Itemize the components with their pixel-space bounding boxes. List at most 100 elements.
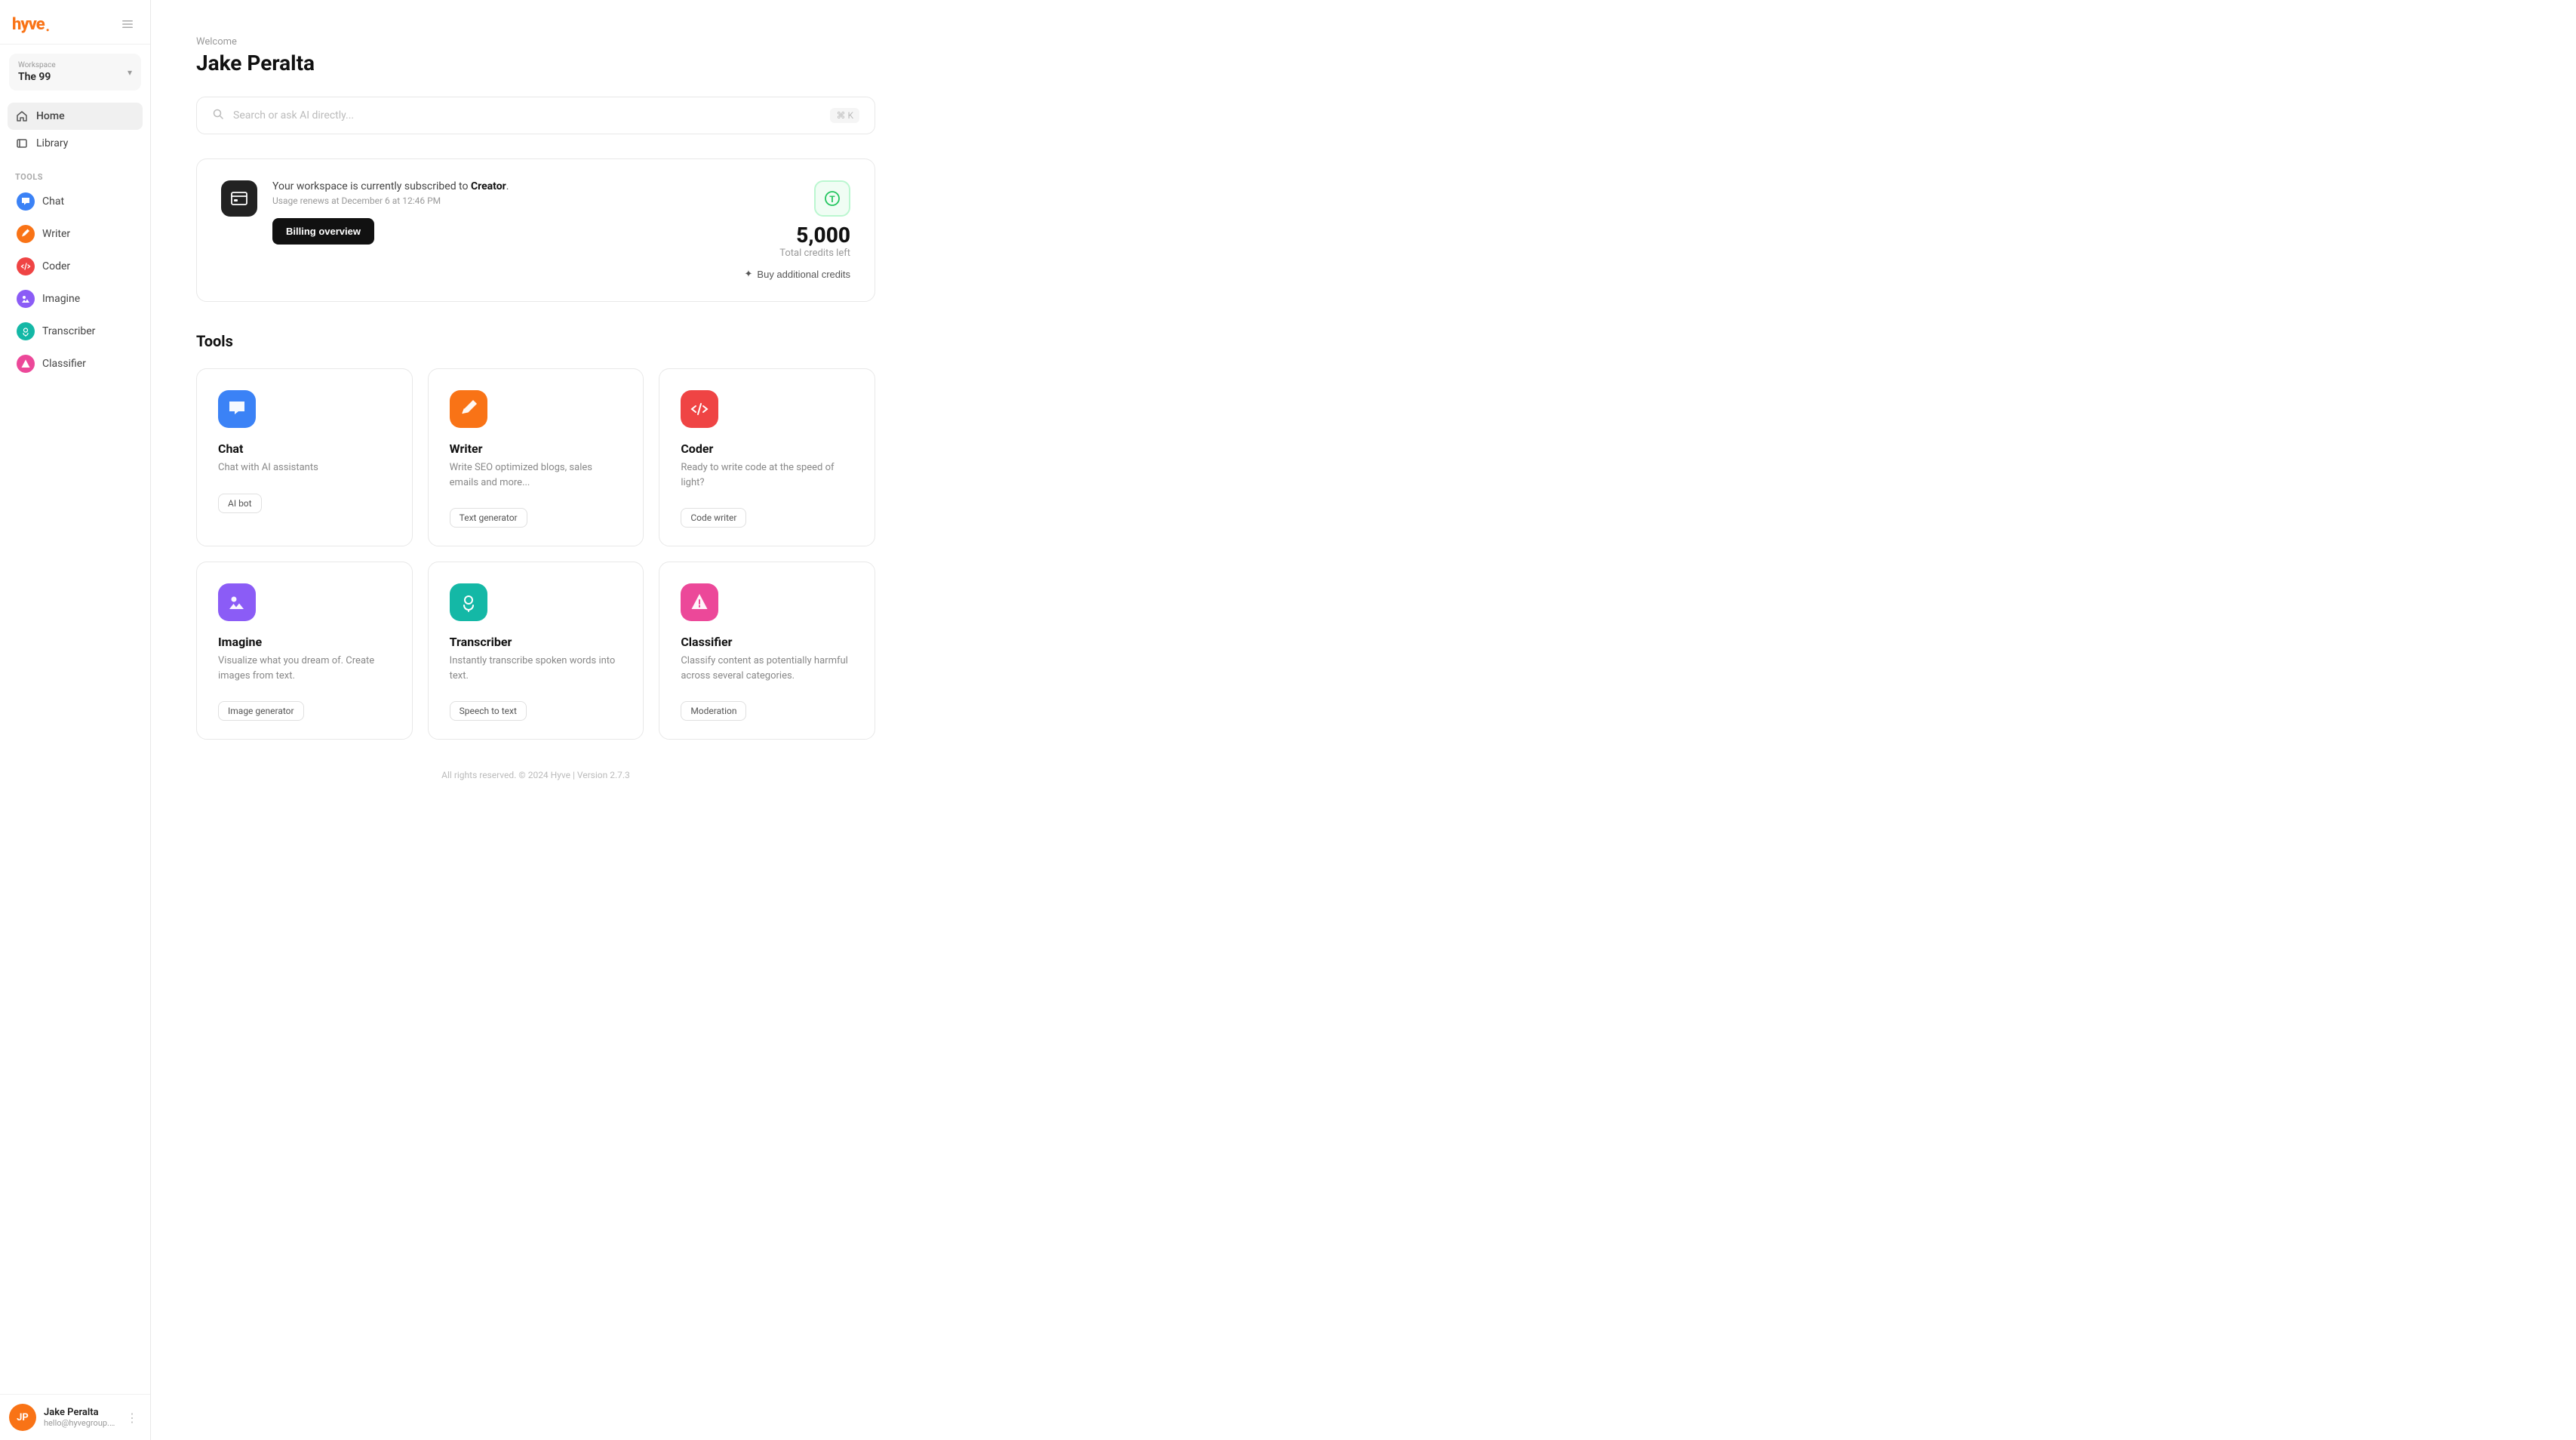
tool-card-imagine[interactable]: Imagine Visualize what you dream of. Cre… xyxy=(196,562,413,740)
user-more-button[interactable]: ⋮ xyxy=(123,1408,141,1428)
classifier-card-name: Classifier xyxy=(681,635,853,649)
classifier-nav-label: Classifier xyxy=(42,358,86,370)
sidebar-item-imagine[interactable]: Imagine xyxy=(8,283,143,315)
chat-card-name: Chat xyxy=(218,442,391,456)
home-label: Home xyxy=(36,110,65,122)
workspace-label: Workspace xyxy=(18,61,56,69)
sidebar-item-chat[interactable]: Chat xyxy=(8,186,143,217)
logo-dot: . xyxy=(45,14,51,35)
search-bar[interactable]: Search or ask AI directly... ⌘ K xyxy=(196,97,875,134)
billing-plan-name: Creator xyxy=(471,180,506,192)
coder-nav-icon xyxy=(17,257,35,275)
tool-nav-list: Chat Writer Coder Imagine Transcriber Cl… xyxy=(0,185,150,380)
imagine-card-icon xyxy=(218,583,256,621)
writer-card-tag: Text generator xyxy=(450,508,527,528)
writer-card-desc: Write SEO optimized blogs, sales emails … xyxy=(450,460,622,490)
chat-card-icon xyxy=(218,390,256,428)
tools-section-title: Tools xyxy=(196,332,2531,350)
sidebar-header: hyve. xyxy=(0,0,150,45)
tool-card-writer[interactable]: Writer Write SEO optimized blogs, sales … xyxy=(428,368,644,546)
search-icon xyxy=(212,108,224,123)
billing-card: Your workspace is currently subscribed t… xyxy=(196,158,875,302)
classifier-nav-icon xyxy=(17,355,35,373)
classifier-card-tag: Moderation xyxy=(681,701,746,721)
sidebar-toggle-button[interactable] xyxy=(117,14,138,35)
imagine-card-tag: Image generator xyxy=(218,701,304,721)
tool-card-transcriber[interactable]: Transcriber Instantly transcribe spoken … xyxy=(428,562,644,740)
search-shortcut: ⌘ K xyxy=(830,108,859,123)
coder-card-name: Coder xyxy=(681,442,853,456)
imagine-card-name: Imagine xyxy=(218,635,391,649)
billing-description: Your workspace is currently subscribed t… xyxy=(272,180,509,192)
imagine-nav-label: Imagine xyxy=(42,293,80,305)
library-label: Library xyxy=(36,137,68,149)
sidebar-item-writer[interactable]: Writer xyxy=(8,218,143,250)
logo-text: hyve xyxy=(12,15,45,34)
main-content: Welcome Jake Peralta Search or ask AI di… xyxy=(151,0,2576,1440)
chat-nav-icon xyxy=(17,192,35,211)
avatar: JP xyxy=(9,1404,36,1431)
credits-section: T 5,000 Total credits left ✦ Buy additio… xyxy=(745,180,850,280)
transcriber-card-tag: Speech to text xyxy=(450,701,527,721)
writer-nav-label: Writer xyxy=(42,228,70,240)
home-icon xyxy=(15,109,29,123)
search-placeholder: Search or ask AI directly... xyxy=(233,109,821,122)
chat-card-desc: Chat with AI assistants xyxy=(218,460,391,475)
sparkle-icon: ✦ xyxy=(745,268,753,280)
sidebar-item-home[interactable]: Home xyxy=(8,103,143,130)
sidebar-toggle-icon xyxy=(121,17,134,31)
logo: hyve. xyxy=(12,14,51,35)
tool-card-classifier[interactable]: Classifier Classify content as potential… xyxy=(659,562,875,740)
transcriber-card-desc: Instantly transcribe spoken words into t… xyxy=(450,654,622,683)
sidebar: hyve. Workspace The 99 ▾ Home L xyxy=(0,0,151,1440)
billing-left: Your workspace is currently subscribed t… xyxy=(221,180,509,245)
writer-card-name: Writer xyxy=(450,442,622,456)
billing-info: Your workspace is currently subscribed t… xyxy=(272,180,509,245)
welcome-greeting: Welcome xyxy=(196,36,2531,48)
chat-card-tag: AI bot xyxy=(218,494,262,513)
coder-card-desc: Ready to write code at the speed of ligh… xyxy=(681,460,853,490)
tools-grid: Chat Chat with AI assistants AI bot Writ… xyxy=(196,368,875,740)
tools-nav-label: Tools xyxy=(0,163,150,185)
sidebar-item-coder[interactable]: Coder xyxy=(8,251,143,282)
writer-nav-icon xyxy=(17,225,35,243)
imagine-card-desc: Visualize what you dream of. Create imag… xyxy=(218,654,391,683)
welcome-name: Jake Peralta xyxy=(196,51,2531,75)
sidebar-item-library[interactable]: Library xyxy=(8,130,143,157)
user-info: Jake Peralta hello@hyvegroup.co xyxy=(44,1407,115,1428)
tool-card-chat[interactable]: Chat Chat with AI assistants AI bot xyxy=(196,368,413,546)
workspace-chevron-icon: ▾ xyxy=(128,67,132,78)
sidebar-footer: JP Jake Peralta hello@hyvegroup.co ⋮ xyxy=(0,1394,150,1440)
user-name: Jake Peralta xyxy=(44,1407,115,1418)
main-nav: Home Library xyxy=(0,97,150,163)
transcriber-card-name: Transcriber xyxy=(450,635,622,649)
writer-card-icon xyxy=(450,390,487,428)
sidebar-item-transcriber[interactable]: Transcriber xyxy=(8,315,143,347)
classifier-card-icon xyxy=(681,583,718,621)
credits-icon: T xyxy=(814,180,850,217)
buy-credits-button[interactable]: ✦ Buy additional credits xyxy=(745,268,850,280)
sidebar-item-classifier[interactable]: Classifier xyxy=(8,348,143,380)
transcriber-card-icon xyxy=(450,583,487,621)
transcriber-nav-label: Transcriber xyxy=(42,325,95,337)
classifier-card-desc: Classify content as potentially harmful … xyxy=(681,654,853,683)
billing-renew-text: Usage renews at December 6 at 12:46 PM xyxy=(272,195,509,206)
coder-nav-label: Coder xyxy=(42,260,70,272)
billing-overview-button[interactable]: Billing overview xyxy=(272,218,374,245)
imagine-nav-icon xyxy=(17,290,35,308)
main-footer: All rights reserved. © 2024 Hyve | Versi… xyxy=(196,770,875,795)
svg-text:T: T xyxy=(829,194,835,205)
transcriber-nav-icon xyxy=(17,322,35,340)
workspace-info: Workspace The 99 xyxy=(18,61,56,83)
coder-card-tag: Code writer xyxy=(681,508,746,528)
billing-icon xyxy=(221,180,257,217)
user-email: hello@hyvegroup.co xyxy=(44,1418,115,1428)
coder-card-icon xyxy=(681,390,718,428)
workspace-name: The 99 xyxy=(18,71,56,83)
credits-label: Total credits left xyxy=(745,248,850,259)
credits-number: 5,000 xyxy=(745,223,850,248)
library-icon xyxy=(15,137,29,150)
chat-nav-label: Chat xyxy=(42,195,64,208)
workspace-selector[interactable]: Workspace The 99 ▾ xyxy=(9,54,141,91)
tool-card-coder[interactable]: Coder Ready to write code at the speed o… xyxy=(659,368,875,546)
